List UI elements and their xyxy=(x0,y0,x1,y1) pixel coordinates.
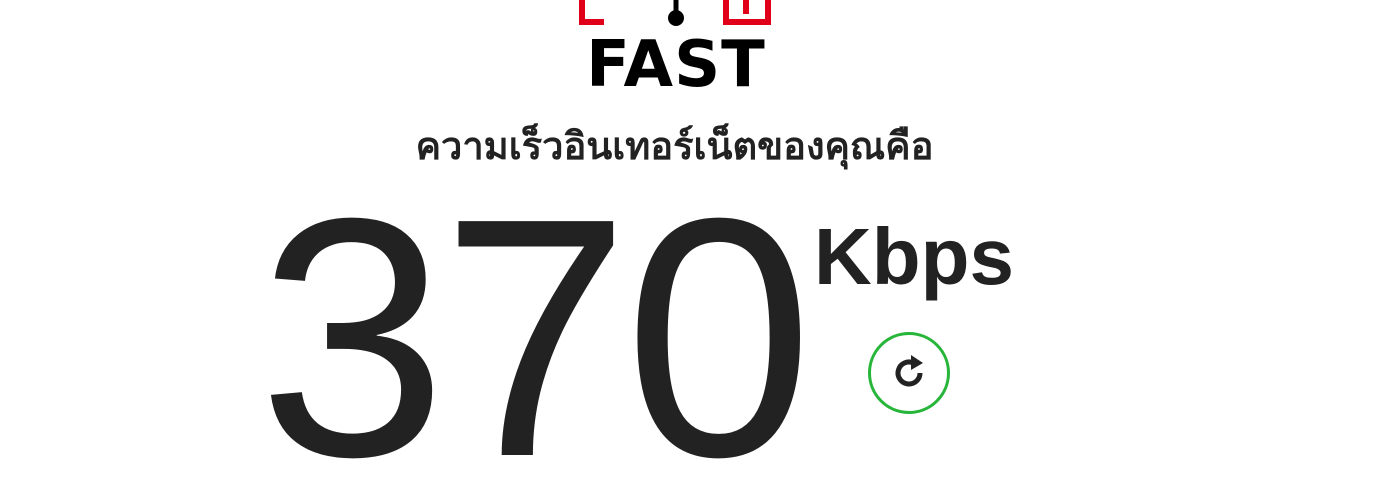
speedometer-logo-icon xyxy=(579,0,771,26)
speed-test-page: FAST ความเร็วอินเทอร์เน็ตของคุณคือ 370 K… xyxy=(0,0,1379,504)
refresh-button[interactable] xyxy=(868,332,950,414)
speed-units: Kbps xyxy=(814,212,1014,301)
refresh-icon xyxy=(895,355,923,387)
logo-text: FAST xyxy=(586,28,766,102)
fast-logo[interactable]: FAST xyxy=(578,0,774,102)
speed-value: 370 xyxy=(258,148,813,504)
